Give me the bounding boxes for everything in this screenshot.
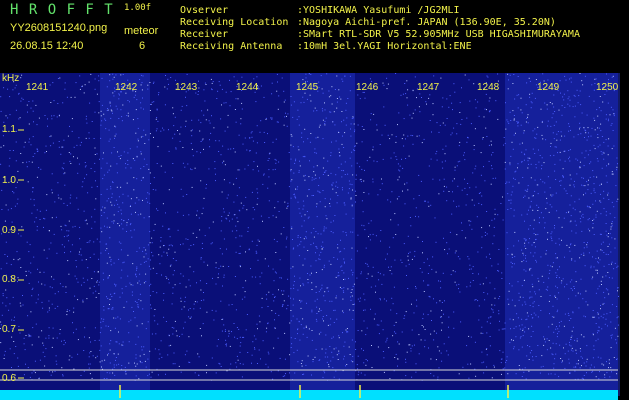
noise-band	[100, 73, 150, 396]
minute-label-1247: 1247	[417, 82, 440, 93]
minute-label-1245: 1245	[296, 82, 319, 93]
spectrogram-window: H R O F F T 1.00f YY2608151240.png meteo…	[0, 0, 629, 400]
minute-label-1248: 1248	[477, 82, 500, 93]
y-tick-0-6: 0.6	[2, 373, 16, 384]
minute-label-1249: 1249	[537, 82, 560, 93]
axis-unit: kHz	[2, 73, 20, 84]
minute-label-1241: 1241	[26, 82, 49, 93]
minute-label-1250: 1250	[596, 82, 619, 93]
minute-label-1244: 1244	[236, 82, 259, 93]
minute-label-1242: 1242	[115, 82, 138, 93]
y-tick-0-8: 0.8	[2, 274, 16, 285]
signal-strip	[0, 390, 618, 400]
y-tick-0-7: 0.7	[2, 324, 16, 335]
y-tick-1-0: 1.0	[2, 175, 16, 186]
minute-label-1243: 1243	[175, 82, 198, 93]
spectrogram	[0, 73, 620, 400]
y-tick-1-1: 1.1	[2, 124, 16, 135]
noise-band	[290, 73, 355, 396]
minute-label-1246: 1246	[356, 82, 379, 93]
y-tick-0-9: 0.9	[2, 225, 16, 236]
